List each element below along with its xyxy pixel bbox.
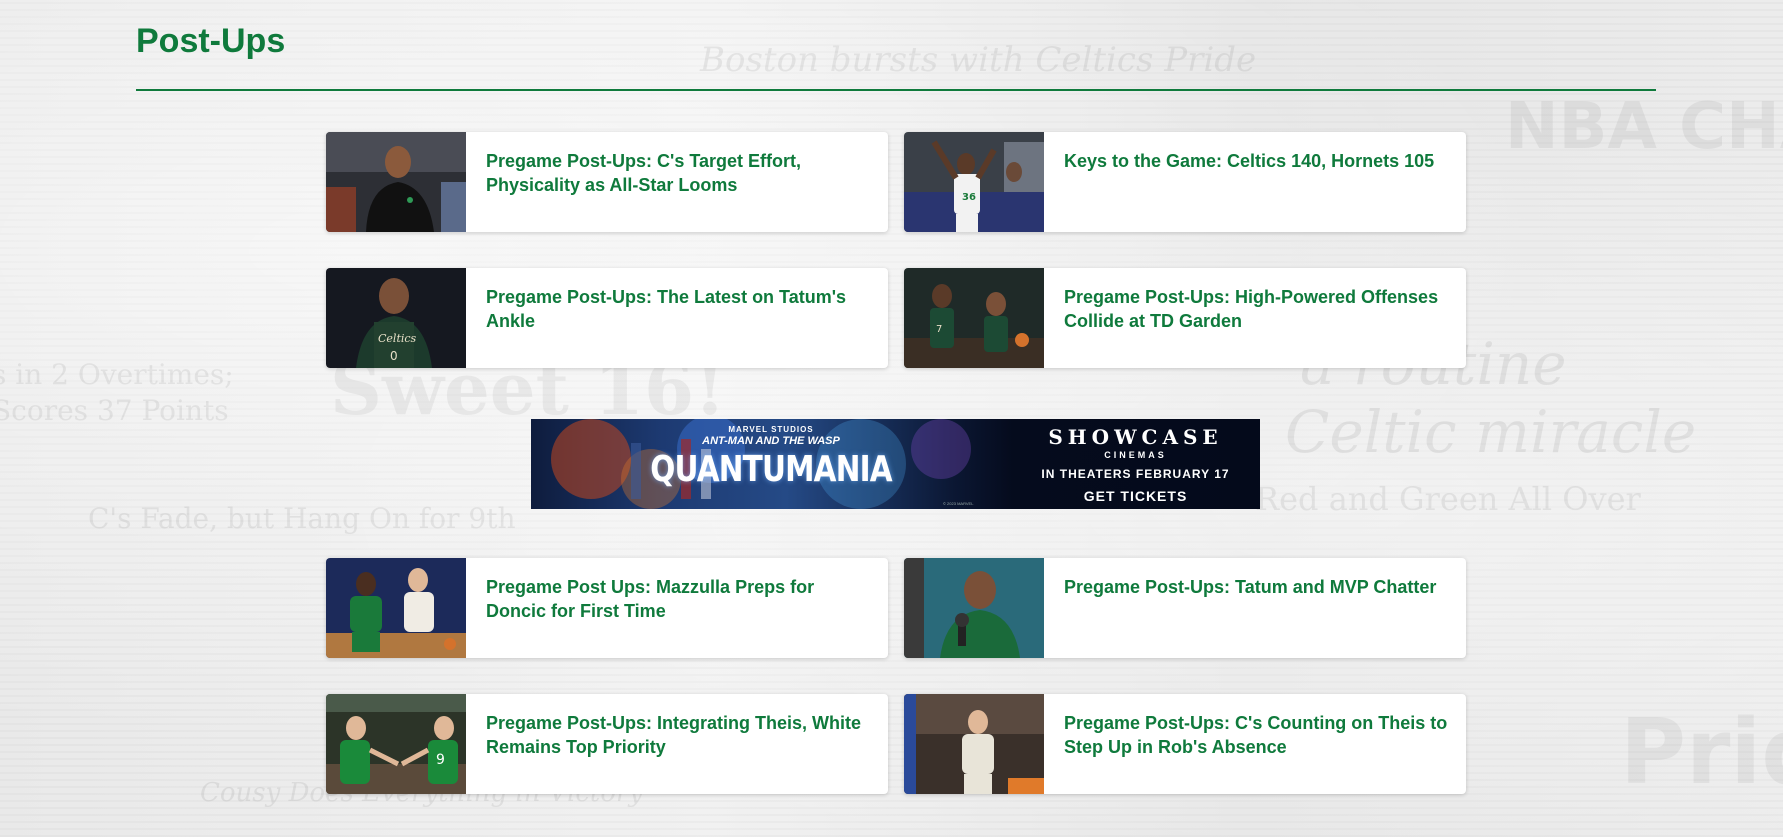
page-title: Post-Ups <box>136 22 286 60</box>
article-title-link[interactable]: Pregame Post Ups: Mazzulla Preps for Don… <box>486 575 871 623</box>
article-thumbnail[interactable]: Celtics 0 <box>326 268 466 368</box>
bg-headline: NBA CHAMPIONS <box>1505 90 1783 164</box>
photo-player-celebrating-icon: 36 <box>904 132 1044 232</box>
article-card[interactable]: Pregame Post-Ups: C's Target Effort, Phy… <box>326 132 888 232</box>
svg-text:Celtics: Celtics <box>378 332 417 345</box>
svg-text:7: 7 <box>936 324 942 335</box>
article-card[interactable]: 36 Keys to the Game: Celtics 140, Hornet… <box>904 132 1466 232</box>
article-thumbnail[interactable]: 9 <box>326 694 466 794</box>
article-title-link[interactable]: Pregame Post-Ups: Integrating Theis, Whi… <box>486 711 871 759</box>
photo-theis-on-court-icon <box>904 694 1044 794</box>
article-card[interactable]: 9 Pregame Post-Ups: Integrating Theis, W… <box>326 694 888 794</box>
article-title-link[interactable]: Keys to the Game: Celtics 140, Hornets 1… <box>1064 149 1449 173</box>
photo-tatum-portrait-icon: Celtics 0 <box>326 268 466 368</box>
get-tickets-button[interactable]: GET TICKETS <box>1011 488 1260 504</box>
bg-headline: Boston bursts with Celtics Pride <box>700 40 1257 80</box>
bg-headline: Scores 37 Points <box>0 394 229 427</box>
article-title-link[interactable]: Pregame Post-Ups: C's Counting on Theis … <box>1064 711 1449 759</box>
article-card[interactable]: Pregame Post-Ups: C's Counting on Theis … <box>904 694 1466 794</box>
article-title-link[interactable]: Pregame Post-Ups: Tatum and MVP Chatter <box>1064 575 1449 599</box>
article-thumbnail[interactable] <box>326 132 466 232</box>
article-title-link[interactable]: Pregame Post-Ups: The Latest on Tatum's … <box>486 285 871 333</box>
article-thumbnail[interactable]: 36 <box>904 132 1044 232</box>
svg-text:36: 36 <box>962 192 976 203</box>
ad-movie-subtitle: ANT-MAN AND THE WASP <box>702 435 840 447</box>
article-card[interactable]: Pregame Post Ups: Mazzulla Preps for Don… <box>326 558 888 658</box>
svg-text:9: 9 <box>436 752 445 768</box>
article-thumbnail[interactable] <box>326 558 466 658</box>
title-divider <box>136 89 1656 91</box>
article-card[interactable]: Celtics 0 Pregame Post-Ups: The Latest o… <box>326 268 888 368</box>
photo-tatum-interview-icon <box>904 558 1044 658</box>
article-title-link[interactable]: Pregame Post-Ups: C's Target Effort, Phy… <box>486 149 871 197</box>
ad-brand-subtitle: CINEMAS <box>1104 450 1167 460</box>
bg-headline: C's Fade, but Hang On for 9th <box>88 502 516 535</box>
photo-players-high-five-icon: 9 <box>326 694 466 794</box>
photo-players-dribbling-icon: 7 <box>904 268 1044 368</box>
article-card[interactable]: 7 Pregame Post-Ups: High-Powered Offense… <box>904 268 1466 368</box>
bg-headline: Celtic miracle <box>1285 398 1697 466</box>
ad-release-date: IN THEATERS FEBRUARY 17 <box>1041 467 1230 481</box>
article-thumbnail[interactable]: 7 <box>904 268 1044 368</box>
ad-movie-title: QUANTUMANIA <box>650 449 892 490</box>
ad-brand-name: SHOWCASE <box>1048 425 1223 449</box>
svg-text:0: 0 <box>390 349 398 363</box>
article-title-link[interactable]: Pregame Post-Ups: High-Powered Offenses … <box>1064 285 1449 333</box>
article-thumbnail[interactable] <box>904 558 1044 658</box>
article-thumbnail[interactable] <box>904 694 1044 794</box>
bg-headline: Red and Green All Over <box>1255 480 1641 518</box>
advertisement-banner[interactable]: MARVEL STUDIOS ANT-MAN AND THE WASP QUAN… <box>531 419 1260 509</box>
photo-coach-on-sideline-icon <box>326 132 466 232</box>
photo-defending-doncic-icon <box>326 558 466 658</box>
ad-copyright: © 2023 MARVEL <box>943 501 974 506</box>
bg-headline: s in 2 Overtimes; <box>0 358 234 391</box>
ad-studio-label: MARVEL STUDIOS <box>728 425 814 434</box>
article-card[interactable]: Pregame Post-Ups: Tatum and MVP Chatter <box>904 558 1466 658</box>
bg-headline: Pride <box>1620 700 1783 805</box>
